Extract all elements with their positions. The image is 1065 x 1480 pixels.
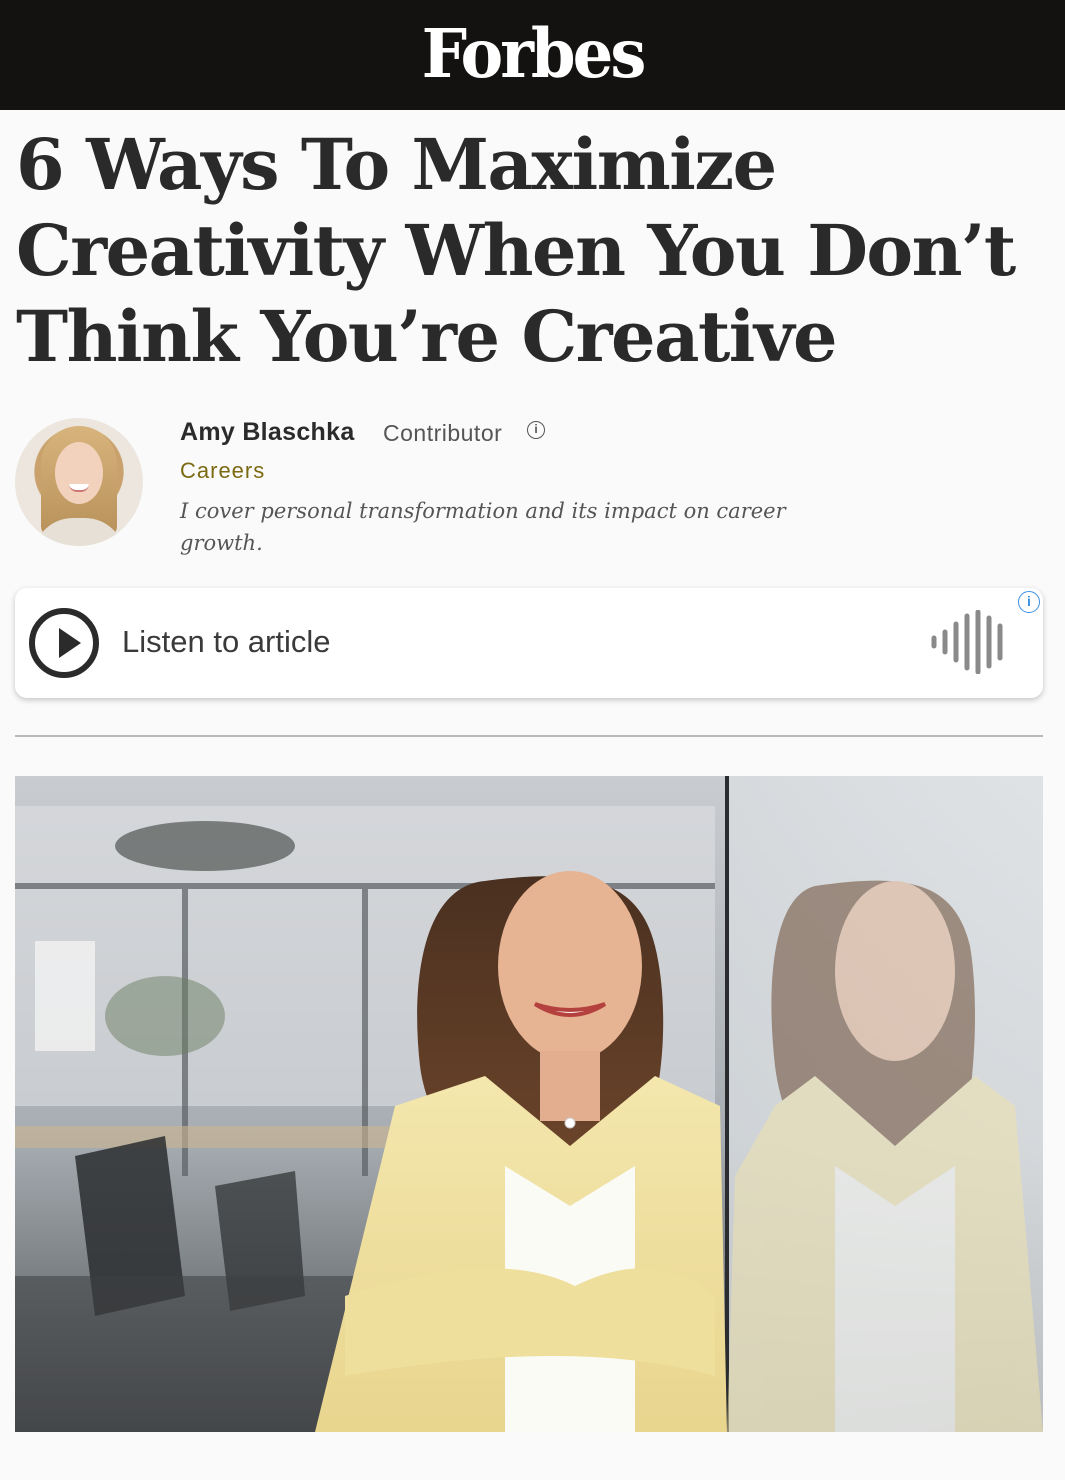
section-divider bbox=[15, 735, 1043, 737]
author-byline: Amy Blaschka Contributor i Careers I cov… bbox=[15, 418, 1045, 558]
audio-waveform-icon bbox=[931, 610, 1003, 674]
article-headline: 6 Ways To Maximize Creativity When You D… bbox=[16, 123, 1016, 378]
info-circle-icon[interactable]: i bbox=[527, 421, 545, 439]
author-bio: I cover personal transformation and its … bbox=[180, 499, 786, 555]
forbes-logo[interactable]: Forbes bbox=[422, 21, 647, 88]
author-avatar[interactable] bbox=[15, 418, 143, 546]
author-role: Contributor bbox=[383, 420, 503, 446]
site-header: Forbes bbox=[0, 0, 1065, 110]
hero-photo-woman-in-office bbox=[15, 776, 1043, 1432]
hero-image bbox=[15, 776, 1043, 1432]
listen-label: Listen to article bbox=[122, 624, 331, 659]
author-section-link[interactable]: Careers bbox=[180, 458, 265, 484]
ad-info-icon[interactable]: i bbox=[1018, 591, 1040, 613]
play-circle-icon[interactable] bbox=[29, 608, 99, 678]
listen-to-article-player[interactable]: Listen to article i bbox=[15, 588, 1043, 698]
author-name[interactable]: Amy Blaschka bbox=[180, 418, 355, 447]
